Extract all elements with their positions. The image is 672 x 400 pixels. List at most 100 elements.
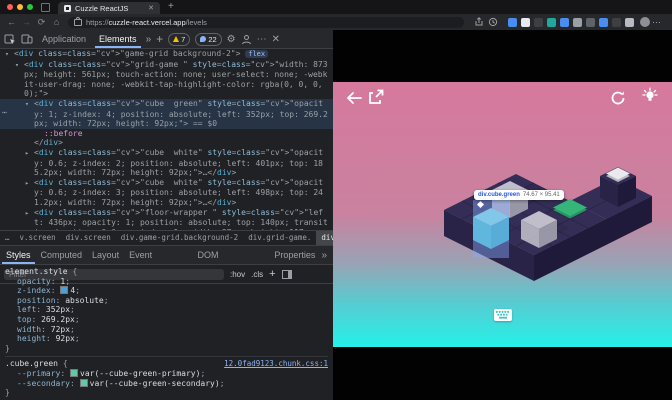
url-path: /levels — [185, 17, 207, 27]
keyboard-toggle-icon[interactable] — [494, 309, 512, 321]
css-property[interactable]: --secondary: var(--cube-green-secondary)… — [5, 378, 328, 389]
issues-badge[interactable]: 22 — [195, 32, 222, 46]
css-property[interactable]: top: 269.2px; — [5, 315, 328, 325]
back-arrow-icon[interactable] — [345, 90, 363, 106]
share-icon[interactable] — [474, 17, 484, 27]
window-minimize-button[interactable] — [17, 4, 23, 10]
css-rule: 12.0fad9123.chunk.css:1 .cube.green {--pr… — [5, 357, 328, 400]
device-toolbar-icon[interactable] — [21, 33, 33, 45]
window-controls — [7, 4, 33, 10]
page-viewport: div.cube.green 74.67 × 95.41 — [333, 30, 672, 400]
css-selector[interactable]: element.style { — [5, 267, 328, 277]
css-selector[interactable]: 12.0fad9123.chunk.css:1 .cube.green { — [5, 359, 328, 369]
collections-icon[interactable] — [488, 17, 498, 27]
share-level-icon[interactable] — [367, 88, 385, 106]
address-bar[interactable]: https://cuzzle-react.vercel.app/levels — [68, 16, 464, 28]
styles-tab-computed[interactable]: Computed — [37, 247, 87, 264]
settings-gear-icon[interactable]: ⚙ — [227, 34, 236, 45]
tab-application[interactable]: Application — [38, 31, 90, 48]
styles-tab-dom-breakpoints[interactable]: DOM Breakpoints — [194, 247, 269, 264]
dom-tree-line[interactable]: ⋯ ▾ <div class=class="cv">"cube green" sty… — [0, 98, 333, 129]
css-property[interactable]: height: 92px; — [5, 334, 328, 344]
dom-tree-line[interactable]: ::before — [0, 129, 333, 139]
tooltip-element-name: div.cube.green — [478, 192, 520, 198]
issues-icon — [200, 36, 207, 42]
devtools-menu-icon[interactable]: ⋯ — [257, 34, 267, 45]
dom-tree: ▾ <div class=class="cv">"game-grid backgr… — [0, 49, 333, 230]
window-zoom-button[interactable] — [27, 4, 33, 10]
add-panel-icon[interactable]: + — [156, 32, 163, 46]
warnings-badge[interactable]: 7 — [168, 32, 191, 46]
breadcrumb-item[interactable]: div.game-grid.background-2 — [116, 231, 243, 245]
profile-avatar[interactable] — [640, 17, 650, 27]
dom-tree-line[interactable]: </div> — [0, 138, 333, 148]
breadcrumb-item[interactable]: div.grid-game. — [243, 231, 316, 245]
styles-more-tabs-icon[interactable]: » — [321, 250, 331, 261]
css-rule: element.style {opacity: 1; z-index: 4; pos… — [5, 265, 328, 358]
dom-tree-line[interactable]: ▸ <div class=class="cv">"cube white" styl… — [0, 178, 333, 208]
extension-icon[interactable] — [612, 17, 621, 27]
window-close-button[interactable] — [7, 4, 13, 10]
breadcrumb-overflow[interactable]: … — [0, 231, 15, 245]
back-icon[interactable]: ← — [4, 17, 19, 27]
styles-tab-styles[interactable]: Styles — [2, 247, 35, 264]
dom-tree-line[interactable]: ▸ <div class=class="cv">"floor-wrapper " … — [0, 208, 333, 231]
more-panels-icon[interactable]: » — [146, 34, 152, 45]
more-actions-icon[interactable]: ⋯ — [2, 108, 7, 118]
css-rule-close: } — [5, 388, 10, 398]
extension-icon[interactable] — [625, 17, 634, 27]
stylesheet-link[interactable]: 12.0fad9123.chunk.css:1 — [224, 359, 328, 369]
lock-icon[interactable] — [74, 16, 82, 26]
css-property[interactable]: z-index: 4; — [5, 286, 328, 296]
issue-count: 22 — [208, 34, 217, 44]
extension-icon[interactable] — [508, 17, 517, 27]
color-swatch[interactable] — [60, 286, 69, 295]
warning-count: 7 — [181, 34, 186, 44]
tab-close-icon[interactable]: ✕ — [148, 4, 154, 12]
breadcrumb-item[interactable]: v.screen — [15, 231, 61, 245]
dom-tree-line[interactable]: ▸ <div class=class="cv">"cube white" styl… — [0, 148, 333, 178]
styles-tab-properties[interactable]: Properties — [270, 247, 319, 264]
extension-icon[interactable] — [560, 17, 569, 27]
home-icon[interactable]: ⌂ — [49, 17, 64, 27]
extension-icon[interactable] — [534, 17, 543, 27]
css-property[interactable]: position: absolute; — [5, 296, 328, 306]
browser-menu-icon[interactable]: ⋯ — [652, 17, 661, 28]
flex-badge[interactable]: flex — [245, 50, 269, 58]
reload-icon[interactable]: ⟳ — [34, 17, 49, 28]
color-swatch[interactable] — [70, 368, 79, 377]
extension-icon[interactable] — [586, 17, 595, 27]
screen: { "theme": { "accent": "#8ab4f8", "warni… — [0, 0, 672, 400]
extension-icon[interactable] — [599, 17, 608, 27]
url-domain: cuzzle-react.vercel.app — [108, 17, 186, 27]
dom-tree-line[interactable]: ▾ <div class=class="cv">"game-grid backgr… — [0, 49, 333, 60]
account-icon[interactable] — [241, 34, 252, 45]
tab-elements[interactable]: Elements — [95, 31, 141, 48]
css-property[interactable]: left: 352px; — [5, 305, 328, 315]
extension-icon[interactable] — [573, 17, 582, 27]
forward-icon[interactable]: → — [19, 17, 34, 27]
browser-tab[interactable]: Cuzzle ReactJS ✕ — [58, 2, 160, 14]
dom-tree-line[interactable]: ▾ <div class=class="cv">"grid-game " styl… — [0, 60, 333, 99]
color-swatch[interactable] — [79, 378, 88, 387]
styles-tab-event-listeners[interactable]: Event Listeners — [125, 247, 191, 264]
breadcrumb-item[interactable]: div.cube.green — [316, 231, 333, 245]
browser-tabstrip: Cuzzle ReactJS ✕ + — [0, 0, 672, 14]
css-property[interactable]: opacity: 1; — [5, 277, 328, 287]
restart-icon[interactable] — [610, 90, 626, 106]
extension-icon[interactable] — [521, 17, 530, 27]
extension-icon[interactable] — [547, 17, 556, 27]
css-property[interactable]: width: 72px; — [5, 325, 328, 335]
styles-tab-layout[interactable]: Layout — [88, 247, 123, 264]
breadcrumb-item[interactable]: div.screen — [61, 231, 116, 245]
url-text: https://cuzzle-react.vercel.app/levels — [86, 18, 207, 27]
tab-overview-icon[interactable] — [41, 2, 50, 12]
devtools-close-icon[interactable]: ✕ — [272, 34, 280, 45]
iso-puzzle-board[interactable] — [428, 160, 663, 300]
inspect-element-icon[interactable] — [4, 33, 16, 45]
hint-bulb-icon[interactable] — [642, 87, 658, 106]
inspect-highlight-overlay — [473, 200, 509, 258]
new-tab-button[interactable]: + — [168, 2, 174, 12]
inspect-tooltip: div.cube.green 74.67 × 95.41 — [474, 190, 564, 200]
css-property[interactable]: --primary: var(--cube-green-primary); — [5, 368, 328, 379]
